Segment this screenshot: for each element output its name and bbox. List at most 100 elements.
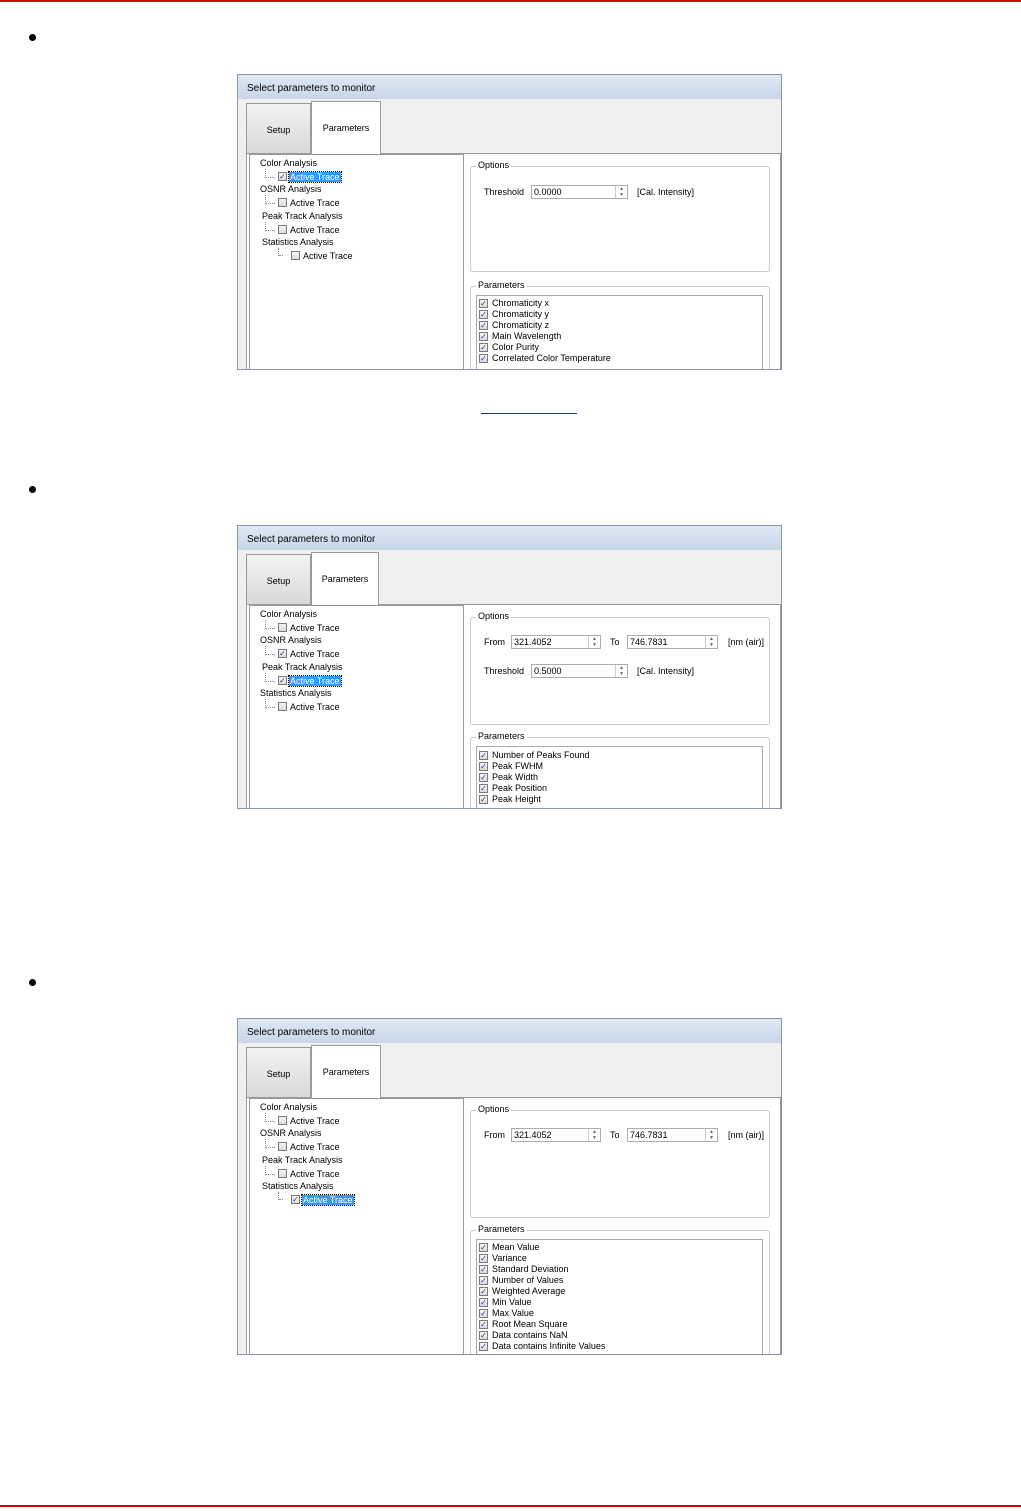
- tree-node-color-analysis[interactable]: Color Analysis: [260, 1102, 317, 1112]
- parameters-tab-panel: Color Analysis Active Trace OSNR Analysi…: [246, 1097, 781, 1354]
- analysis-tree: Color Analysis ✓ Active Trace OSNR Analy…: [249, 154, 464, 369]
- spin-arrows-icon[interactable]: ▲ ▼: [705, 1129, 717, 1141]
- checkbox-osnr-active-trace[interactable]: [278, 198, 287, 207]
- from-value: 321.4052: [514, 1130, 552, 1140]
- tree-item-osnr-active-trace[interactable]: Active Trace: [289, 1142, 341, 1152]
- list-item-label: Chromaticity y: [492, 309, 550, 319]
- checkbox[interactable]: ✓: [479, 1298, 488, 1307]
- checkbox[interactable]: ✓: [479, 1331, 488, 1340]
- tab-parameters[interactable]: Parameters: [311, 1045, 381, 1098]
- tab-setup[interactable]: Setup: [246, 1047, 311, 1099]
- checkbox[interactable]: ✓: [479, 354, 488, 363]
- tree-line: [266, 628, 275, 629]
- threshold-spinbox[interactable]: 0.0000 ▲ ▼: [531, 185, 628, 199]
- list-item-label: Root Mean Square: [492, 1319, 568, 1329]
- checkbox[interactable]: ✓: [479, 1254, 488, 1263]
- tree-node-osnr-analysis[interactable]: OSNR Analysis: [260, 635, 322, 645]
- tree-node-peak-track-analysis[interactable]: Peak Track Analysis: [262, 662, 343, 672]
- parameters-group: Parameters ✓ Mean Value ✓ Variance ✓ Standa…: [470, 1224, 770, 1354]
- checkbox-stats-active-trace[interactable]: [291, 251, 300, 260]
- checkbox[interactable]: ✓: [479, 751, 488, 760]
- tree-item-color-active-trace[interactable]: Active Trace: [289, 623, 341, 633]
- tree-item-peak-active-trace[interactable]: Active Trace: [288, 675, 342, 687]
- tab-setup[interactable]: Setup: [246, 554, 311, 606]
- checkbox-peak-active-trace[interactable]: ✓: [278, 676, 287, 685]
- tree-node-osnr-analysis[interactable]: OSNR Analysis: [260, 1128, 322, 1138]
- threshold-value: 0.0000: [534, 187, 562, 197]
- checkbox-osnr-active-trace[interactable]: ✓: [278, 649, 287, 658]
- checkbox[interactable]: ✓: [479, 1309, 488, 1318]
- checkbox-peak-active-trace[interactable]: [278, 1169, 287, 1178]
- threshold-value: 0.5000: [534, 666, 562, 676]
- checkbox-stats-active-trace[interactable]: ✓: [291, 1195, 300, 1204]
- tree-node-color-analysis[interactable]: Color Analysis: [260, 158, 317, 168]
- tree-node-peak-track-analysis[interactable]: Peak Track Analysis: [262, 211, 343, 221]
- tree-node-color-analysis[interactable]: Color Analysis: [260, 609, 317, 619]
- to-spinbox[interactable]: 746.7831 ▲ ▼: [627, 635, 718, 649]
- spin-arrows-icon[interactable]: ▲ ▼: [615, 665, 627, 677]
- tree-node-statistics-analysis[interactable]: Statistics Analysis: [262, 237, 334, 247]
- from-spinbox[interactable]: 321.4052 ▲ ▼: [511, 1128, 601, 1142]
- tree-line: [266, 654, 275, 655]
- checkbox[interactable]: ✓: [479, 332, 488, 341]
- tree-item-color-active-trace[interactable]: Active Trace: [288, 171, 342, 183]
- spin-arrows-icon[interactable]: ▲ ▼: [615, 186, 627, 198]
- threshold-spinbox[interactable]: 0.5000 ▲ ▼: [531, 664, 628, 678]
- checkbox[interactable]: ✓: [479, 343, 488, 352]
- tab-parameters[interactable]: Parameters: [311, 552, 379, 605]
- spin-arrows-icon[interactable]: ▲ ▼: [588, 636, 600, 648]
- page-bottom-rule: [0, 1505, 1021, 1507]
- checkbox-color-active-trace[interactable]: [278, 623, 287, 632]
- tree-item-stats-active-trace[interactable]: Active Trace: [289, 702, 341, 712]
- checkbox[interactable]: ✓: [479, 1265, 488, 1274]
- checkbox[interactable]: ✓: [479, 1287, 488, 1296]
- checkbox-color-active-trace[interactable]: [278, 1116, 287, 1125]
- spin-arrows-icon[interactable]: ▲ ▼: [588, 1129, 600, 1141]
- checkbox[interactable]: ✓: [479, 1243, 488, 1252]
- list-item-label: Max Value: [492, 1308, 534, 1318]
- list-item-label: Peak FWHM: [492, 761, 544, 771]
- list-item-label: Standard Deviation: [492, 1264, 569, 1274]
- checkbox[interactable]: ✓: [479, 762, 488, 771]
- dialog-client: Setup Parameters Color Analysis Active T…: [238, 550, 781, 808]
- to-value: 746.7831: [630, 637, 668, 647]
- checkbox[interactable]: ✓: [479, 310, 488, 319]
- tree-item-osnr-active-trace[interactable]: Active Trace: [289, 649, 341, 659]
- tab-parameters[interactable]: Parameters: [311, 101, 381, 154]
- threshold-label: Threshold: [484, 187, 525, 197]
- tree-node-osnr-analysis[interactable]: OSNR Analysis: [260, 184, 322, 194]
- list-item-label: Chromaticity z: [492, 320, 550, 330]
- tab-setup[interactable]: Setup: [246, 103, 311, 155]
- to-spinbox[interactable]: 746.7831 ▲ ▼: [627, 1128, 718, 1142]
- checkbox[interactable]: ✓: [479, 1342, 488, 1351]
- tree-line: [266, 681, 275, 682]
- checkbox[interactable]: ✓: [479, 1276, 488, 1285]
- link-underline[interactable]: [481, 413, 577, 414]
- checkbox[interactable]: ✓: [479, 321, 488, 330]
- checkbox-peak-active-trace[interactable]: [278, 225, 287, 234]
- tree-node-statistics-analysis[interactable]: Statistics Analysis: [260, 688, 332, 698]
- checkbox-color-active-trace[interactable]: ✓: [278, 172, 287, 181]
- tree-node-peak-track-analysis[interactable]: Peak Track Analysis: [262, 1155, 343, 1165]
- list-item-label: Variance: [492, 1253, 527, 1263]
- spin-arrows-icon[interactable]: ▲ ▼: [705, 636, 717, 648]
- checkbox-stats-active-trace[interactable]: [278, 702, 287, 711]
- checkbox[interactable]: ✓: [479, 773, 488, 782]
- list-item-label: Main Wavelength: [492, 331, 562, 341]
- tree-item-peak-active-trace[interactable]: Active Trace: [289, 1169, 341, 1179]
- list-item-label: Chromaticity x: [492, 298, 550, 308]
- from-spinbox[interactable]: 321.4052 ▲ ▼: [511, 635, 601, 649]
- tree-node-statistics-analysis[interactable]: Statistics Analysis: [262, 1181, 334, 1191]
- checkbox[interactable]: ✓: [479, 795, 488, 804]
- checkbox-osnr-active-trace[interactable]: [278, 1142, 287, 1151]
- checkbox[interactable]: ✓: [479, 1320, 488, 1329]
- checkbox[interactable]: ✓: [479, 784, 488, 793]
- analysis-tree: Color Analysis Active Trace OSNR Analysi…: [249, 605, 464, 808]
- tree-item-color-active-trace[interactable]: Active Trace: [289, 1116, 341, 1126]
- tree-item-stats-active-trace[interactable]: Active Trace: [301, 1194, 355, 1206]
- tree-item-stats-active-trace[interactable]: Active Trace: [302, 251, 354, 261]
- checkbox[interactable]: ✓: [479, 299, 488, 308]
- tree-item-peak-active-trace[interactable]: Active Trace: [289, 225, 341, 235]
- tree-line: [266, 1121, 275, 1122]
- tree-item-osnr-active-trace[interactable]: Active Trace: [289, 198, 341, 208]
